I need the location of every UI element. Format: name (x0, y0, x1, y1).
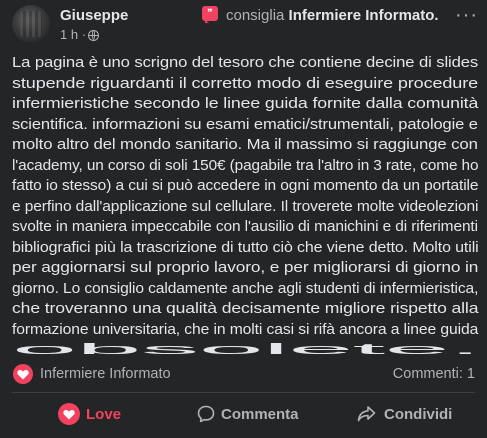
divider (12, 392, 475, 393)
comment-button[interactable]: Commenta (170, 396, 310, 432)
post-text-line: bibliografici più la trascrizione di tut… (12, 239, 479, 256)
comment-icon (197, 405, 215, 428)
heart-icon (58, 403, 80, 425)
recommend-glyph: ❞ (207, 8, 213, 19)
recommendation-line: consiglia Infermiere Informato. (226, 7, 439, 24)
timestamp-separator: · (81, 27, 87, 42)
share-icon (357, 405, 376, 428)
post-text-line: molto altro del mondo sanitario. Ma il m… (12, 137, 478, 153)
post-meta-bar: Infermiere Informato Commenti: 1 (0, 362, 487, 388)
post-text-line: che troveranno una qualità decisamente m… (12, 301, 479, 317)
post-text-line: infermieristiche secondo le linee guida … (12, 96, 479, 112)
post-text-line: per aggiornarsi sul proprio lavoro, e pe… (12, 260, 479, 276)
post-text-line: e perfino dall'applicazione sul cellular… (12, 198, 479, 215)
post-text-line: stupende riguardanti il corretto modo di… (12, 75, 478, 92)
timestamp-text[interactable]: 1 h (60, 27, 78, 42)
comments-count[interactable]: Commenti: 1 (393, 366, 475, 382)
post-text-line: l'academy, un corso di soli 150€ (pagabi… (12, 157, 479, 174)
share-label: Condividi (384, 406, 453, 423)
post-card: Giuseppe ❞ consiglia Infermiere Informat… (0, 0, 487, 438)
author-name[interactable]: Giuseppe (60, 7, 128, 24)
heart-icon (13, 364, 33, 384)
recommend-icon: ❞ (202, 6, 218, 23)
post-text-line: fatto io stesso) a cui si può accedere i… (12, 178, 479, 194)
comment-label: Commenta (221, 406, 299, 423)
post-text-line: scientifica. informazioni su esami emati… (12, 116, 478, 133)
post-header: Giuseppe ❞ consiglia Infermiere Informat… (0, 0, 487, 48)
post-text-line: formazione universitaria, che in molti c… (12, 321, 479, 338)
action-bar: Love Commenta Condividi (0, 396, 487, 434)
share-button[interactable]: Condividi (330, 396, 480, 432)
love-label: Love (86, 406, 122, 423)
post-timestamp[interactable]: 1 h · (60, 27, 86, 42)
avatar[interactable] (12, 5, 50, 43)
post-text-line: La pagina è uno scrigno del tesoro che c… (12, 55, 479, 71)
post-text-line: giorno. Lo consiglio caldamente anche ag… (12, 280, 479, 297)
globe-icon[interactable] (88, 30, 99, 41)
more-options-icon[interactable]: ··· (455, 5, 477, 26)
post-text-line: obsolete. (12, 342, 482, 358)
meta-page-name[interactable]: Infermiere Informato (40, 366, 171, 382)
recommend-verb: consiglia (226, 7, 285, 24)
love-button[interactable]: Love (20, 396, 160, 432)
post-body: La pagina è uno scrigno del tesoro che c… (12, 53, 482, 361)
post-text-line: svolte in maniera impeccabile con l'ausi… (12, 219, 478, 235)
recommended-page-link[interactable]: Infermiere Informato. (289, 7, 439, 24)
